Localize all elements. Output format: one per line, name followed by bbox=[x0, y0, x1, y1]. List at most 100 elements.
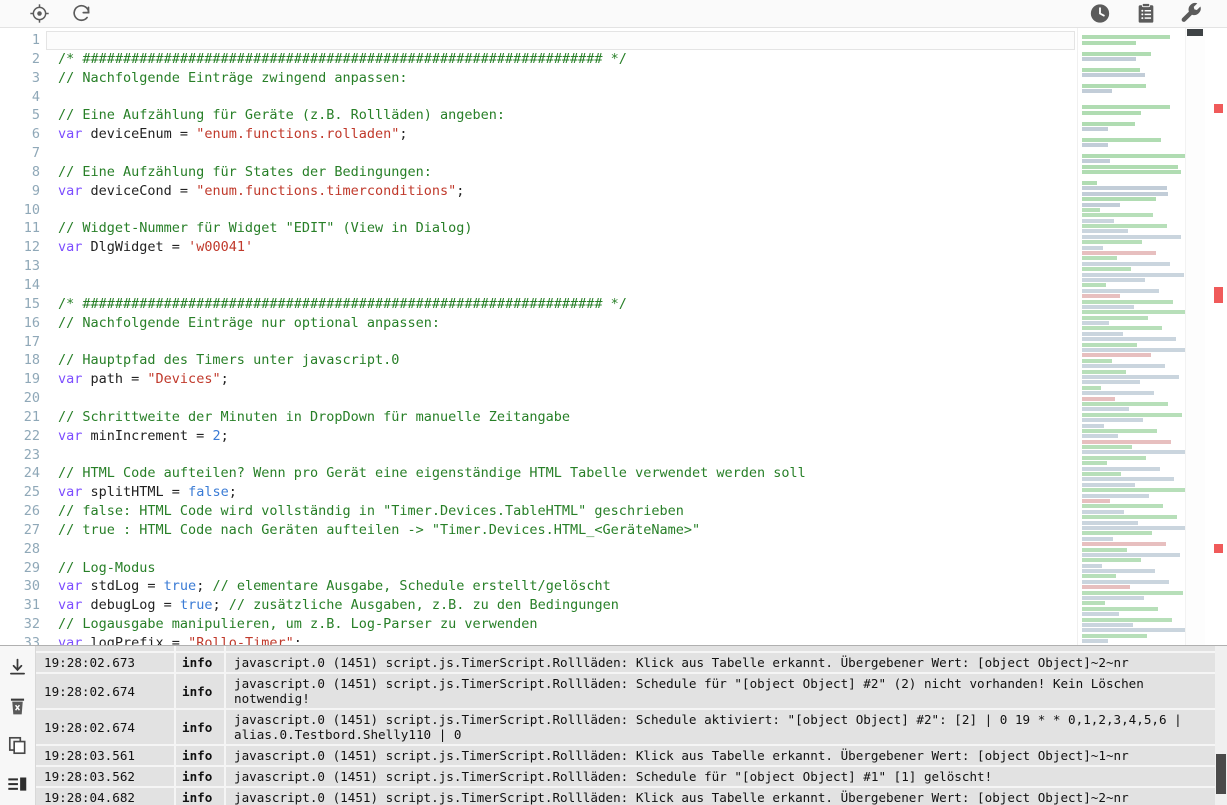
code-line-text: // true : HTML Code nach Geräten aufteil… bbox=[58, 521, 701, 538]
line-number: 12 bbox=[23, 239, 40, 256]
wrench-icon[interactable] bbox=[1181, 2, 1203, 25]
minimap-line bbox=[1082, 288, 1159, 293]
code-line[interactable]: 20 bbox=[0, 389, 1077, 408]
minimap-line bbox=[1082, 186, 1167, 191]
code-line[interactable]: 7 bbox=[0, 144, 1077, 163]
minimap-error-marker[interactable] bbox=[1214, 544, 1223, 553]
log-row[interactable]: 19:28:02.673 info javascript.0 (1451) scri… bbox=[36, 653, 1215, 672]
code-line[interactable]: 21 // Schrittweite der Minuten in DropDow… bbox=[0, 408, 1077, 427]
line-number: 23 bbox=[23, 446, 40, 463]
minimap-line bbox=[1082, 391, 1154, 396]
code-line[interactable]: 25 var splitHTML = false; bbox=[0, 483, 1077, 502]
code-line[interactable]: 22 var minIncrement = 2; bbox=[0, 427, 1077, 446]
minimap-line bbox=[1082, 428, 1157, 433]
log-row[interactable]: 19:28:03.562 info javascript.0 (1451) scri… bbox=[36, 767, 1215, 786]
code-text-area[interactable]: 1 2/* ###################################… bbox=[0, 28, 1077, 645]
log-time: 19:28:03.562 bbox=[36, 767, 174, 786]
line-number: 15 bbox=[23, 295, 40, 312]
code-line-text bbox=[46, 88, 1077, 107]
minimap-line bbox=[1082, 304, 1134, 309]
code-line[interactable]: 12 var DlgWidget = 'w00041' bbox=[0, 238, 1077, 257]
code-line[interactable]: 14 bbox=[0, 276, 1077, 295]
log-time: 19:28:02.674 bbox=[36, 710, 174, 744]
code-line[interactable]: 15 /* ###################################… bbox=[0, 295, 1077, 314]
code-line-text bbox=[46, 540, 1077, 559]
code-line[interactable]: 18 // Hauptpfad des Timers unter javascri… bbox=[0, 351, 1077, 370]
code-line[interactable]: 2 /* ####################################… bbox=[0, 50, 1077, 69]
minimap-line bbox=[1082, 531, 1152, 536]
log-scrollbar-thumb[interactable] bbox=[1216, 754, 1226, 794]
code-line[interactable]: 29 // Log-Modus bbox=[0, 559, 1077, 578]
log-row[interactable]: 19:28:03.561 info javascript.0 (1451) scri… bbox=[36, 746, 1215, 765]
minimap-scrollbar-thumb[interactable] bbox=[1187, 29, 1203, 36]
minimap-line bbox=[1082, 277, 1145, 282]
minimap-line bbox=[1082, 579, 1169, 584]
minimap-line bbox=[1082, 563, 1102, 568]
code-line[interactable]: 33 var logPrefix = "Rollo-Timer"; bbox=[0, 634, 1077, 645]
code-line[interactable]: 31 var debugLog = true; // zusätzliche Au… bbox=[0, 596, 1077, 615]
code-line[interactable]: 24 // HTML Code aufteilen? Wenn pro Gerät… bbox=[0, 464, 1077, 483]
locate-target-icon[interactable] bbox=[28, 3, 50, 25]
minimap-line bbox=[1082, 520, 1138, 525]
line-number: 30 bbox=[23, 578, 40, 595]
log-row[interactable] bbox=[36, 646, 1215, 651]
code-line-text: var minIncrement = 2; bbox=[58, 427, 229, 444]
trash-clear-icon[interactable] bbox=[7, 695, 29, 717]
minimap-error-markers[interactable] bbox=[1205, 28, 1227, 645]
log-row[interactable]: 19:28:02.674 info javascript.0 (1451) scri… bbox=[36, 710, 1215, 744]
code-minimap[interactable] bbox=[1077, 28, 1227, 645]
clock-history-icon[interactable] bbox=[1089, 3, 1111, 25]
code-line[interactable]: 3 // Nachfolgende Einträge zwingend anpas… bbox=[0, 69, 1077, 88]
log-rows-container[interactable]: 19:28:02.673 info javascript.0 (1451) scri… bbox=[36, 646, 1215, 805]
code-line[interactable]: 1 bbox=[0, 31, 1077, 50]
line-number: 1 bbox=[31, 32, 40, 48]
minimap-line bbox=[1082, 337, 1176, 342]
log-row[interactable]: 19:28:04.682 info javascript.0 (1451) scri… bbox=[36, 788, 1215, 805]
minimap-line bbox=[1082, 445, 1132, 450]
code-line[interactable]: 30 var stdLog = true; // elementare Ausga… bbox=[0, 577, 1077, 596]
log-row[interactable]: 19:28:02.674 info javascript.0 (1451) scri… bbox=[36, 674, 1215, 708]
minimap-line bbox=[1082, 127, 1109, 132]
code-line-text: var deviceCond = "enum.functions.timerco… bbox=[58, 182, 465, 199]
code-line[interactable]: 17 bbox=[0, 333, 1077, 352]
code-line[interactable]: 13 bbox=[0, 257, 1077, 276]
layout-list-icon[interactable] bbox=[7, 773, 29, 795]
code-line[interactable]: 32 // Logausgabe manipulieren, um z.B. Lo… bbox=[0, 615, 1077, 634]
code-line[interactable]: 4 bbox=[0, 88, 1077, 107]
code-line[interactable]: 27 // true : HTML Code nach Geräten aufte… bbox=[0, 521, 1077, 540]
active-line-box[interactable] bbox=[46, 31, 1075, 50]
minimap-line bbox=[1082, 525, 1191, 530]
minimap-line bbox=[1082, 606, 1158, 611]
clipboard-list-icon[interactable] bbox=[1135, 3, 1157, 25]
minimap-line bbox=[1082, 105, 1170, 110]
minimap-line bbox=[1082, 272, 1184, 277]
minimap-line bbox=[1082, 358, 1112, 363]
line-number: 19 bbox=[23, 371, 40, 388]
copy-icon[interactable] bbox=[7, 734, 29, 756]
code-line[interactable]: 6 var deviceEnum = "enum.functions.rollad… bbox=[0, 125, 1077, 144]
minimap-line bbox=[1082, 234, 1181, 239]
code-editor[interactable]: 1 2/* ###################################… bbox=[0, 28, 1227, 645]
minimap-error-marker[interactable] bbox=[1214, 294, 1223, 303]
code-line-text: var logPrefix = "Rollo-Timer"; bbox=[58, 635, 302, 645]
minimap-error-marker[interactable] bbox=[1214, 104, 1223, 113]
code-line[interactable]: 11 // Widget-Nummer für Widget "EDIT" (Vi… bbox=[0, 219, 1077, 238]
refresh-icon[interactable] bbox=[70, 3, 92, 25]
code-line[interactable]: 5 // Eine Aufzählung für Geräte (z.B. Rol… bbox=[0, 106, 1077, 125]
log-scrollbar-track[interactable] bbox=[1215, 646, 1227, 805]
download-log-icon[interactable] bbox=[7, 656, 29, 678]
minimap-scrollbar-track[interactable] bbox=[1185, 28, 1205, 645]
code-line[interactable]: 28 bbox=[0, 540, 1077, 559]
code-line[interactable]: 19 var path = "Devices"; bbox=[0, 370, 1077, 389]
minimap-line bbox=[1082, 240, 1142, 245]
code-line[interactable]: 26 // false: HTML Code wird vollständig i… bbox=[0, 502, 1077, 521]
code-line[interactable]: 16 // Nachfolgende Einträge nur optional … bbox=[0, 314, 1077, 333]
code-line[interactable]: 23 bbox=[0, 446, 1077, 465]
code-line-text: /* #####################################… bbox=[58, 50, 627, 67]
line-number: 20 bbox=[23, 390, 40, 407]
log-message: javascript.0 (1451) script.js.TimerScrip… bbox=[224, 674, 1215, 708]
code-line[interactable]: 8 // Eine Aufzählung für States der Bedin… bbox=[0, 163, 1077, 182]
code-line[interactable]: 9 var deviceCond = "enum.functions.timerc… bbox=[0, 182, 1077, 201]
minimap-line bbox=[1082, 251, 1156, 256]
code-line[interactable]: 10 bbox=[0, 201, 1077, 220]
